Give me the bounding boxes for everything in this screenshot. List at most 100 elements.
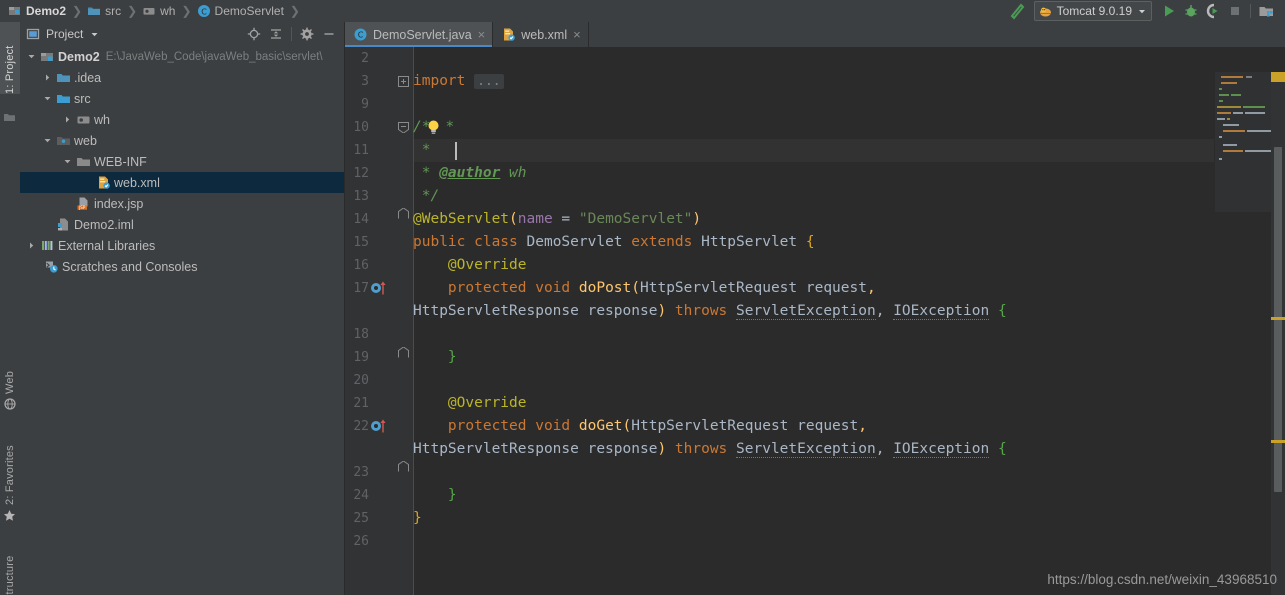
build-hammer-icon[interactable] [1006,1,1028,21]
tree-item-label: External Libraries [58,238,156,253]
breadcrumb-item-democservlet[interactable]: C DemoServlet [195,4,286,18]
text-caret [455,142,457,160]
code-line-22: protected void doGet(HttpServletRequest … [447,418,867,434]
svg-text:JSP: JSP [78,205,86,210]
module-icon [38,49,56,64]
line-number: 19 [353,350,369,365]
chevron-down-icon[interactable] [90,30,99,39]
line-number: 3 [361,74,369,89]
hide-panel-icon[interactable] [318,23,340,45]
project-tree: Demo2 E:\JavaWeb_Code\javaWeb_basic\serv… [20,46,344,277]
tree-item-wh[interactable]: wh [20,109,344,130]
fold-end-icon[interactable] [398,208,409,219]
code-line-25: } [413,510,422,526]
line-number: 26 [353,534,369,549]
code-editor[interactable]: 2 3 9 10 11 12 13 14 15 16 17 18 19 20 2… [345,47,1285,595]
open-project-structure-button[interactable] [1255,1,1277,21]
warning-marker[interactable] [1271,440,1285,443]
close-icon[interactable]: × [478,28,486,41]
breadcrumb-item-demo2[interactable]: Demo2 [6,4,68,18]
editor-tab-label: web.xml [521,27,568,42]
run-button[interactable] [1158,1,1180,21]
inspection-status-indicator[interactable] [1271,72,1285,82]
project-panel-header: Project [20,22,344,46]
package-icon [142,4,156,18]
jsp-file-icon: JSP [74,196,92,211]
sidebar-item-structure[interactable]: Structure [0,532,20,595]
package-icon [74,112,92,127]
tree-item-scratches-and-consoles[interactable]: Scratches and Consoles [20,256,344,277]
breadcrumb-separator: ❯ [72,4,83,18]
code-text[interactable]: import ... /* * * * @author wh */ @WebSer… [413,47,1285,595]
code-line-3: import ... [413,70,504,93]
svg-text:C: C [358,31,364,40]
run-with-coverage-button[interactable] [1202,1,1224,21]
chevron-down-icon[interactable] [1137,6,1147,16]
intellij-idea-window: Demo2 ❯ src ❯ wh ❯ C DemoServlet ❯ Tomca… [0,0,1285,595]
sidebar-item-favorites[interactable]: 2: Favorites [0,422,20,522]
chevron-right-icon[interactable] [40,73,54,82]
collapse-all-icon[interactable] [265,23,287,45]
locate-icon[interactable] [243,23,265,45]
breadcrumb-item-src[interactable]: src [85,4,123,18]
panel-toolbar-divider [291,27,292,41]
code-line-16: @Override [447,257,527,273]
fold-end-icon[interactable] [398,461,409,472]
tree-item-idea[interactable]: .idea [20,67,344,88]
editor-tab-demoservlet-java[interactable]: C DemoServlet.java × [345,22,494,47]
fold-collapse-icon[interactable] [398,122,409,133]
breadcrumb-item-wh[interactable]: wh [140,4,177,18]
chevron-down-icon[interactable] [40,94,54,103]
sidebar-item-project[interactable]: 1: Project [0,22,20,94]
tree-item-demo2[interactable]: Demo2 E:\JavaWeb_Code\javaWeb_basic\serv… [20,46,344,67]
line-number: 11 [353,143,369,158]
tree-item-demo2-iml[interactable]: Demo2.iml [20,214,344,235]
debug-button[interactable] [1180,1,1202,21]
chevron-down-icon[interactable] [40,136,54,145]
fold-end-icon[interactable] [398,347,409,358]
line-number: 2 [361,51,369,66]
line-number: 18 [353,327,369,342]
tree-item-label: wh [94,112,110,127]
line-number: 22 [353,419,369,434]
sidebar-item-web[interactable]: Web [0,362,20,410]
breadcrumb-label: Demo2 [26,4,67,18]
chevron-down-icon[interactable] [60,157,74,166]
tree-item-external-libraries[interactable]: External Libraries [20,235,344,256]
breadcrumb-separator: ❯ [181,4,192,18]
code-line-10: /* * [413,119,455,135]
code-minimap[interactable] [1214,72,1271,212]
code-line-24: } [447,487,457,503]
fold-expand-icon[interactable] [398,76,409,87]
code-line-17: protected void doPost(HttpServletRequest… [447,280,876,296]
chevron-right-icon[interactable] [60,115,74,124]
breadcrumb-separator: ❯ [127,4,138,18]
tree-item-index-jsp[interactable]: JSP index.jsp [20,193,344,214]
tree-item-web[interactable]: web [20,130,344,151]
overriding-method-icon[interactable] [370,280,390,296]
tree-item-web-inf[interactable]: WEB-INF [20,151,344,172]
line-number: 17 [353,281,369,296]
editor-gutter[interactable]: 2 3 9 10 11 12 13 14 15 16 17 18 19 20 2… [345,47,413,595]
overriding-method-icon[interactable] [370,418,390,434]
close-icon[interactable]: × [573,28,581,41]
toolbar-divider [1250,4,1251,18]
tree-item-web-xml[interactable]: web.xml [20,172,344,193]
stop-button[interactable] [1224,1,1246,21]
project-tool-window: Project Demo2 E:\JavaWeb_Code\javaWeb_ba… [20,22,345,595]
editor-tab-web-xml[interactable]: web.xml × [493,22,589,47]
run-configuration-selector[interactable]: Tomcat 9.0.19 [1033,1,1152,21]
warning-marker[interactable] [1271,317,1285,320]
chevron-right-icon[interactable] [24,241,38,250]
chevron-down-icon[interactable] [24,52,38,61]
line-number: 12 [353,166,369,181]
folded-imports-placeholder[interactable]: ... [474,74,504,89]
code-line-19: } [447,349,457,365]
editor-scrollbar[interactable] [1271,72,1285,595]
settings-gear-icon[interactable] [296,23,318,45]
breadcrumb-separator: ❯ [289,4,300,18]
tree-item-src[interactable]: src [20,88,344,109]
watermark-text: https://blog.csdn.net/weixin_43968510 [1047,572,1277,587]
sidebar-item-label: Web [4,370,16,394]
project-window-icon [26,27,40,41]
